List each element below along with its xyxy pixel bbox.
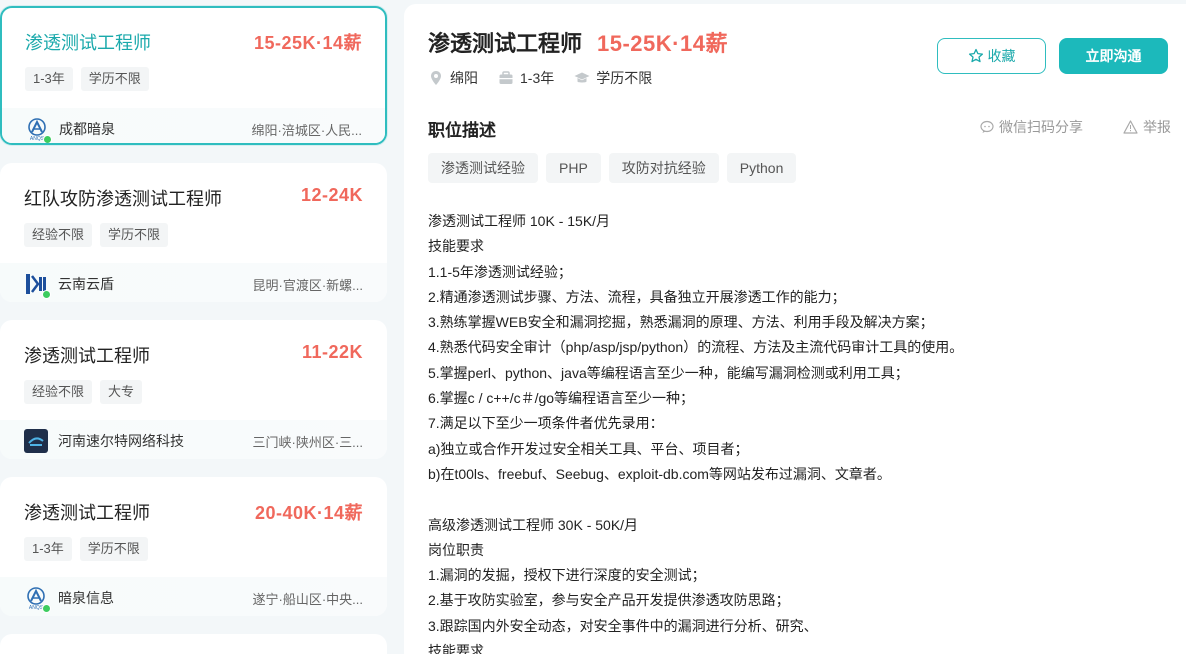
description-line: 2.精通渗透测试步骤、方法、流程，具备独立开展渗透工作的能力； [428, 288, 846, 305]
favorite-label: 收藏 [987, 48, 1016, 64]
chat-bubble-icon [980, 120, 994, 133]
favorite-button[interactable]: 收藏 [937, 38, 1046, 74]
report-label: 举报 [1143, 119, 1171, 135]
job-title: 渗透测试工程师 [24, 346, 150, 366]
skill-tag: PHP [546, 153, 601, 183]
briefcase-icon [499, 71, 513, 84]
job-card[interactable]: 渗透测试工程师 15-25K·14薪 1-3年 学历不限 ANQS 成都暗泉 绵… [0, 6, 387, 145]
detail-job-title: 渗透测试工程师 [428, 31, 583, 56]
job-tag: 大专 [100, 380, 143, 404]
description-line: 1.1-5年渗透测试经验； [428, 263, 572, 280]
job-card-company-row: ANQS 暗泉信息 遂宁·船山区·中央... [0, 577, 387, 616]
skill-tag: 攻防对抗经验 [608, 153, 719, 183]
meta-education: 学历不限 [574, 68, 652, 88]
description-line: b)在t00ls、freebuf、Seebug、exploit-db.com等网… [428, 465, 891, 482]
description-line: 5.掌握perl、python、java等编程语言至少一种，能编写漏洞检测或利用… [428, 364, 909, 381]
job-location: 昆明·官渡区·新螺... [252, 277, 364, 293]
job-detail-panel: 渗透测试工程师 15-25K·14薪 绵阳 1-3年 学历不限 收藏 立即沟通 … [404, 4, 1186, 654]
meta-city: 绵阳 [428, 68, 478, 88]
section-title: 职位描述 [428, 121, 496, 140]
description-line: 4.熟悉代码安全审计（php/asp/jsp/python）的流程、方法及主流代… [428, 339, 964, 356]
job-card-company-row: 河南速尔特网络科技 三门峡·陕州区·三... [0, 420, 387, 459]
skill-tag: Python [726, 153, 797, 183]
description-line [428, 487, 1168, 512]
meta-experience-text: 1-3年 [520, 70, 555, 86]
job-tag: 学历不限 [100, 223, 169, 247]
online-status-dot [42, 290, 51, 299]
job-tag: 学历不限 [79, 537, 148, 561]
description-line: a)独立或合作开发过安全相关工具、平台、项目者； [428, 440, 749, 457]
skill-tags: 渗透测试经验 PHP 攻防对抗经验 Python [428, 153, 797, 183]
job-title: 渗透测试工程师 [25, 33, 151, 53]
job-tags: 经验不限 学历不限 [24, 223, 169, 247]
job-card-company-row: ANQS 成都暗泉 绵阳·涪城区·人民... [2, 108, 385, 143]
job-tag: 经验不限 [24, 223, 93, 247]
job-card[interactable] [0, 634, 387, 654]
report-link[interactable]: 举报 [1123, 117, 1171, 137]
company-logo [24, 272, 51, 299]
detail-meta: 绵阳 1-3年 学历不限 [428, 68, 672, 88]
company-name: 暗泉信息 [58, 590, 114, 606]
job-title: 红队攻防渗透测试工程师 [24, 189, 222, 209]
share-label: 微信扫码分享 [999, 119, 1083, 135]
company-name: 河南速尔特网络科技 [58, 433, 184, 449]
job-salary: 11-22K [301, 342, 363, 362]
description-line: 1.漏洞的发掘，授权下进行深度的安全测试； [428, 567, 706, 584]
company-logo [24, 429, 48, 453]
description-line: 2.基于攻防实验室，参与安全产品开发提供渗透攻防思路； [428, 592, 790, 609]
job-tags: 1-3年 学历不限 [24, 537, 148, 561]
job-card[interactable]: 渗透测试工程师 11-22K 经验不限 大专 河南速尔特网络科技 三门峡·陕州区… [0, 320, 387, 459]
job-tag: 经验不限 [24, 380, 93, 404]
meta-experience: 1-3年 [498, 68, 554, 88]
chat-now-label: 立即沟通 [1085, 48, 1142, 64]
company-name: 云南云盾 [58, 276, 114, 292]
job-card-header: 红队攻防渗透测试工程师 12-24K 经验不限 学历不限 [0, 163, 387, 263]
warning-icon [1123, 120, 1138, 134]
job-tags: 1-3年 学历不限 [25, 67, 149, 91]
skill-tag: 渗透测试经验 [428, 153, 538, 183]
job-tag: 1-3年 [24, 537, 72, 561]
job-title: 渗透测试工程师 [24, 503, 150, 523]
wechat-share-link[interactable]: 微信扫码分享 [980, 117, 1083, 137]
job-location: 绵阳·涪城区·人民... [251, 122, 363, 138]
company-logo: ANQS [24, 586, 51, 613]
job-card-header: 渗透测试工程师 11-22K 经验不限 大专 [0, 320, 387, 420]
description-line: 3.熟练掌握WEB安全和漏洞挖掘，熟悉漏洞的原理、方法、利用手段及解决方案； [428, 314, 934, 331]
job-card-header: 渗透测试工程师 15-25K·14薪 1-3年 学历不限 [2, 8, 385, 108]
description-line: 岗位职责 [428, 541, 484, 558]
job-tag: 1-3年 [25, 67, 73, 91]
description-line: 7.满足以下至少一项条件者优先录用： [428, 415, 664, 432]
graduation-cap-icon [574, 72, 590, 83]
job-tag: 学历不限 [80, 67, 149, 91]
location-pin-icon [431, 71, 441, 85]
description-line: 6.掌握c / c++/c＃/go等编程语言至少一种； [428, 390, 695, 407]
job-card[interactable]: 红队攻防渗透测试工程师 12-24K 经验不限 学历不限 云南云盾 昆明·官渡区… [0, 163, 387, 302]
online-status-dot [42, 604, 51, 613]
description-line: 技能要求 [428, 643, 484, 654]
online-status-dot [43, 135, 52, 143]
description-line: 渗透测试工程师 10K - 15K/月 [428, 213, 611, 229]
job-card[interactable]: 渗透测试工程师 20-40K·14薪 1-3年 学历不限 ANQS 暗泉信息 遂… [0, 477, 387, 616]
description-line: 高级渗透测试工程师 30K - 50K/月 [428, 516, 639, 533]
detail-salary: 15-25K·14薪 [597, 31, 728, 56]
job-location: 遂宁·船山区·中央... [252, 591, 364, 607]
meta-city-text: 绵阳 [450, 70, 478, 86]
job-salary: 15-25K·14薪 [253, 33, 362, 53]
chat-now-button[interactable]: 立即沟通 [1059, 38, 1168, 74]
description-line: 3.跟踪国内外安全动态，对安全事件中的漏洞进行分析、研究、 [428, 617, 818, 634]
job-location: 三门峡·陕州区·三... [252, 434, 364, 450]
meta-education-text: 学历不限 [596, 70, 653, 86]
company-logo: ANQS [25, 117, 52, 143]
job-salary: 12-24K [300, 185, 363, 205]
company-name: 成都暗泉 [59, 121, 115, 137]
job-card-company-row: 云南云盾 昆明·官渡区·新螺... [0, 263, 387, 302]
description-line: 技能要求 [428, 238, 484, 255]
job-list: 渗透测试工程师 15-25K·14薪 1-3年 学历不限 ANQS 成都暗泉 绵… [0, 0, 388, 654]
job-card-header: 渗透测试工程师 20-40K·14薪 1-3年 学历不限 [0, 477, 387, 577]
star-icon [968, 48, 983, 63]
job-tags: 经验不限 大专 [24, 380, 143, 404]
job-salary: 20-40K·14薪 [254, 503, 363, 523]
job-description: 渗透测试工程师 10K - 15K/月 技能要求 1.1-5年渗透测试经验； 2… [428, 209, 1168, 654]
